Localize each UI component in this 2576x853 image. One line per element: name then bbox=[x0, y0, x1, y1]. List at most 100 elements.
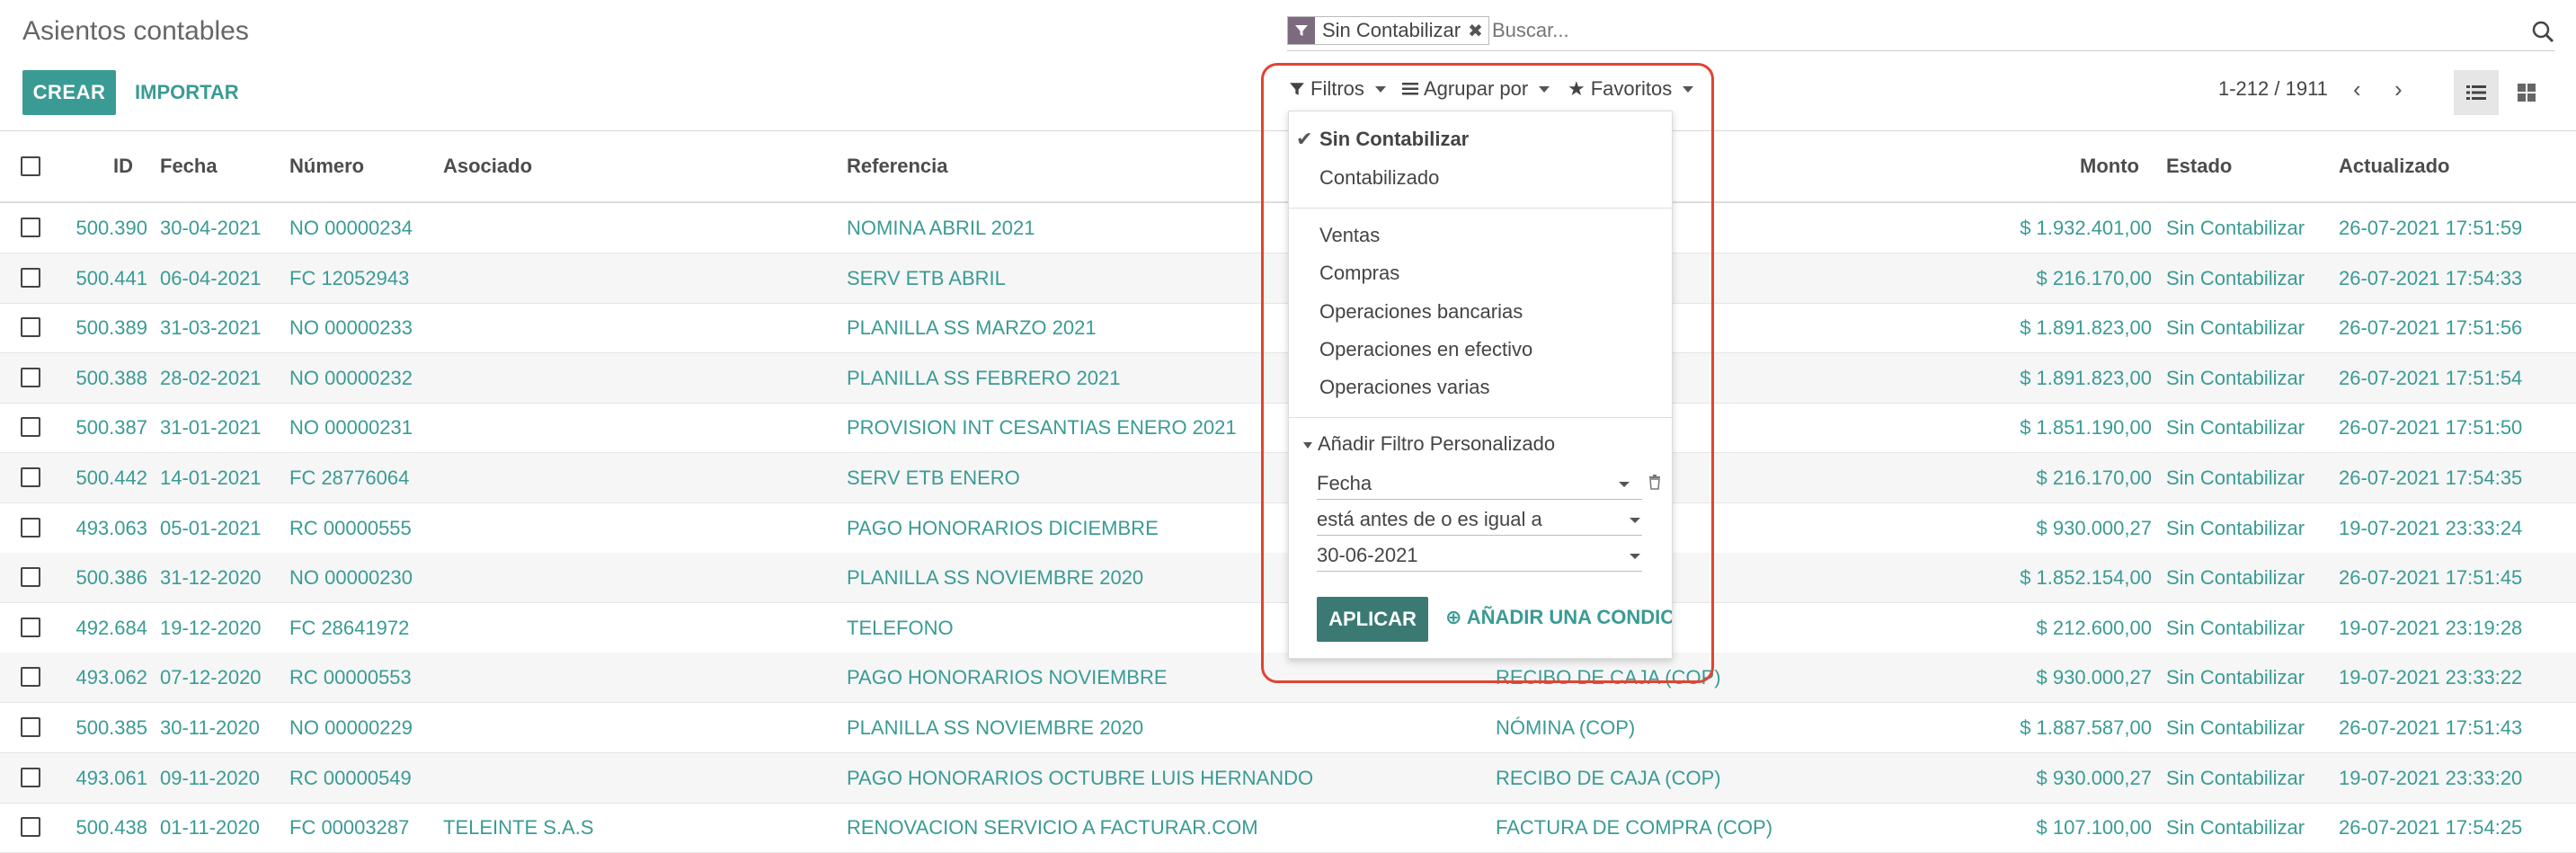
cell-estado: Sin Contabilizar bbox=[2166, 416, 2305, 440]
create-button[interactable]: CREAR bbox=[22, 70, 116, 115]
cell-estado: Sin Contabilizar bbox=[2166, 666, 2305, 689]
filter-option-operaciones-varias[interactable]: Operaciones varias bbox=[1319, 376, 1490, 399]
import-button[interactable]: IMPORTAR bbox=[126, 70, 248, 115]
filter-option-contabilizado[interactable]: Contabilizado bbox=[1319, 166, 1439, 190]
col-header-estado[interactable]: Estado bbox=[2166, 155, 2232, 178]
cell-monto: $ 1.852.154,00 bbox=[2020, 566, 2152, 590]
filter-option-operaciones-bancarias[interactable]: Operaciones bancarias bbox=[1319, 300, 1523, 324]
filter-option-sin-contabilizar[interactable]: Sin Contabilizar bbox=[1319, 128, 1469, 151]
cell-estado: Sin Contabilizar bbox=[2166, 466, 2305, 489]
cell-monto: $ 1.851.190,00 bbox=[2020, 416, 2152, 440]
cell-actualizado: 19-07-2021 23:33:20 bbox=[2339, 766, 2523, 789]
filter-option-ventas[interactable]: Ventas bbox=[1319, 224, 1380, 247]
cell-estado: Sin Contabilizar bbox=[2166, 217, 2305, 239]
col-header-numero[interactable]: Número bbox=[289, 155, 364, 178]
cell-monto: $ 1.891.823,00 bbox=[2020, 316, 2152, 340]
search-facet[interactable]: Sin Contabilizar ✖ bbox=[1287, 16, 1489, 45]
search-icon[interactable] bbox=[2531, 20, 2554, 48]
date-select-value: 30-06-2021 bbox=[1317, 544, 1418, 566]
cell-actualizado: 19-07-2021 23:19:28 bbox=[2339, 616, 2523, 639]
star-icon: ★ bbox=[1568, 77, 1586, 100]
cell-monto: $ 107.100,00 bbox=[2036, 816, 2152, 840]
cell-estado: Sin Contabilizar bbox=[2166, 816, 2305, 840]
filters-label: Filtros bbox=[1310, 77, 1364, 100]
field-select-value: Fecha bbox=[1317, 472, 1372, 494]
favorites-menu-button[interactable]: ★ Favoritos bbox=[1568, 77, 1694, 101]
cell-actualizado: 26-07-2021 17:54:33 bbox=[2339, 266, 2523, 289]
operator-select[interactable]: está antes de o es igual a bbox=[1317, 504, 1642, 536]
cell-monto: $ 1.891.823,00 bbox=[2020, 366, 2152, 389]
chevron-down-icon bbox=[1683, 85, 1694, 93]
caret-down-icon bbox=[1303, 441, 1312, 449]
menu-divider bbox=[1289, 208, 1672, 209]
page-title: Asientos contables bbox=[22, 16, 249, 46]
table-row[interactable]: 500.438 01-11-2020 FC 00003287 TELEINTE S.A… bbox=[0, 803, 2576, 853]
cell-monto: $ 930.000,27 bbox=[2036, 666, 2152, 689]
cell-monto: $ 212.600,00 bbox=[2036, 616, 2152, 639]
date-select[interactable]: 30-06-2021 bbox=[1317, 540, 1642, 572]
remove-facet-icon[interactable]: ✖ bbox=[1468, 20, 1488, 42]
search-bar[interactable]: Sin Contabilizar ✖ bbox=[1287, 13, 2554, 51]
col-header-asociado[interactable]: Asociado bbox=[443, 155, 532, 178]
cell-actualizado: 26-07-2021 17:54:25 bbox=[2339, 816, 2523, 840]
group-by-menu-button[interactable]: Agrupar por bbox=[1402, 77, 1550, 101]
add-condition-label: AÑADIR UNA CONDICIÓN bbox=[1466, 606, 1672, 628]
col-header-actualizado[interactable]: Actualizado bbox=[2339, 155, 2449, 178]
favorites-label: Favoritos bbox=[1590, 77, 1673, 100]
list-icon bbox=[1402, 83, 1418, 95]
cell-actualizado: 26-07-2021 17:51:45 bbox=[2339, 566, 2523, 590]
cell-estado: Sin Contabilizar bbox=[2166, 266, 2305, 289]
chevron-down-icon bbox=[1374, 85, 1386, 93]
cell-estado: Sin Contabilizar bbox=[2166, 566, 2305, 590]
list-view-button[interactable] bbox=[2454, 70, 2499, 115]
pager-value[interactable]: 1-212 / 1911 bbox=[2218, 77, 2328, 101]
menu-divider bbox=[1289, 417, 1672, 418]
plus-circle-icon: ⊕ bbox=[1445, 606, 1462, 628]
col-header-id[interactable]: ID bbox=[113, 155, 133, 178]
chevron-down-icon bbox=[1630, 554, 1640, 559]
group-by-label: Agrupar por bbox=[1424, 77, 1529, 100]
trash-icon[interactable] bbox=[1648, 474, 1661, 494]
table-row[interactable]: 500.385 30-11-2020 NO 00000229 PLANILLA SS … bbox=[0, 703, 2576, 753]
chevron-right-icon[interactable]: › bbox=[2394, 76, 2403, 103]
cell-actualizado: 26-07-2021 17:51:50 bbox=[2339, 416, 2523, 440]
cell-monto: $ 1.932.401,00 bbox=[2020, 217, 2152, 239]
kanban-view-icon bbox=[2518, 84, 2536, 102]
filter-option-compras[interactable]: Compras bbox=[1319, 262, 1399, 285]
chevron-down-icon bbox=[1619, 482, 1630, 487]
field-select[interactable]: Fecha bbox=[1317, 468, 1642, 500]
apply-button[interactable]: APLICAR bbox=[1317, 597, 1428, 642]
chevron-left-icon[interactable]: ‹ bbox=[2353, 76, 2361, 103]
cell-estado: Sin Contabilizar bbox=[2166, 766, 2305, 789]
chevron-down-icon bbox=[1630, 518, 1640, 523]
add-custom-filter-toggle[interactable]: Añadir Filtro Personalizado bbox=[1303, 432, 1555, 456]
facet-label: Sin Contabilizar bbox=[1322, 19, 1461, 41]
select-all-checkbox[interactable] bbox=[21, 156, 40, 176]
kanban-view-button[interactable] bbox=[2504, 70, 2549, 115]
table-row[interactable]: 493.062 07-12-2020 RC 00000553 PAGO HONORAR… bbox=[0, 653, 2576, 704]
add-condition-button[interactable]: ⊕ AÑADIR UNA CONDICIÓN bbox=[1445, 606, 1672, 629]
chevron-down-icon bbox=[1539, 85, 1550, 93]
cell-actualizado: 26-07-2021 17:51:43 bbox=[2339, 716, 2523, 739]
filters-menu-button[interactable]: Filtros bbox=[1289, 77, 1386, 101]
filter-option-operaciones-efectivo[interactable]: Operaciones en efectivo bbox=[1319, 338, 1532, 361]
cell-actualizado: 26-07-2021 17:54:35 bbox=[2339, 466, 2523, 489]
col-header-monto[interactable]: Monto bbox=[2080, 155, 2139, 178]
cell-monto: $ 216.170,00 bbox=[2036, 266, 2152, 289]
cell-estado: Sin Contabilizar bbox=[2166, 366, 2305, 389]
operator-select-value: está antes de o es igual a bbox=[1317, 508, 1542, 530]
cell-actualizado: 19-07-2021 23:33:24 bbox=[2339, 516, 2523, 539]
cell-actualizado: 26-07-2021 17:51:56 bbox=[2339, 316, 2523, 340]
col-header-referencia[interactable]: Referencia bbox=[847, 155, 948, 178]
table-row[interactable]: 493.061 09-11-2020 RC 00000549 PAGO HONORAR… bbox=[0, 752, 2576, 804]
cell-estado: Sin Contabilizar bbox=[2166, 516, 2305, 539]
cell-actualizado: 26-07-2021 17:51:54 bbox=[2339, 366, 2523, 389]
col-header-fecha[interactable]: Fecha bbox=[160, 155, 218, 178]
filter-icon bbox=[1288, 17, 1315, 44]
cell-monto: $ 216.170,00 bbox=[2036, 466, 2152, 489]
search-input[interactable] bbox=[1490, 18, 2303, 43]
cell-estado: Sin Contabilizar bbox=[2166, 616, 2305, 639]
list-view-icon bbox=[2466, 85, 2486, 100]
cell-monto: $ 930.000,27 bbox=[2036, 766, 2152, 789]
cell-monto: $ 930.000,27 bbox=[2036, 516, 2152, 539]
